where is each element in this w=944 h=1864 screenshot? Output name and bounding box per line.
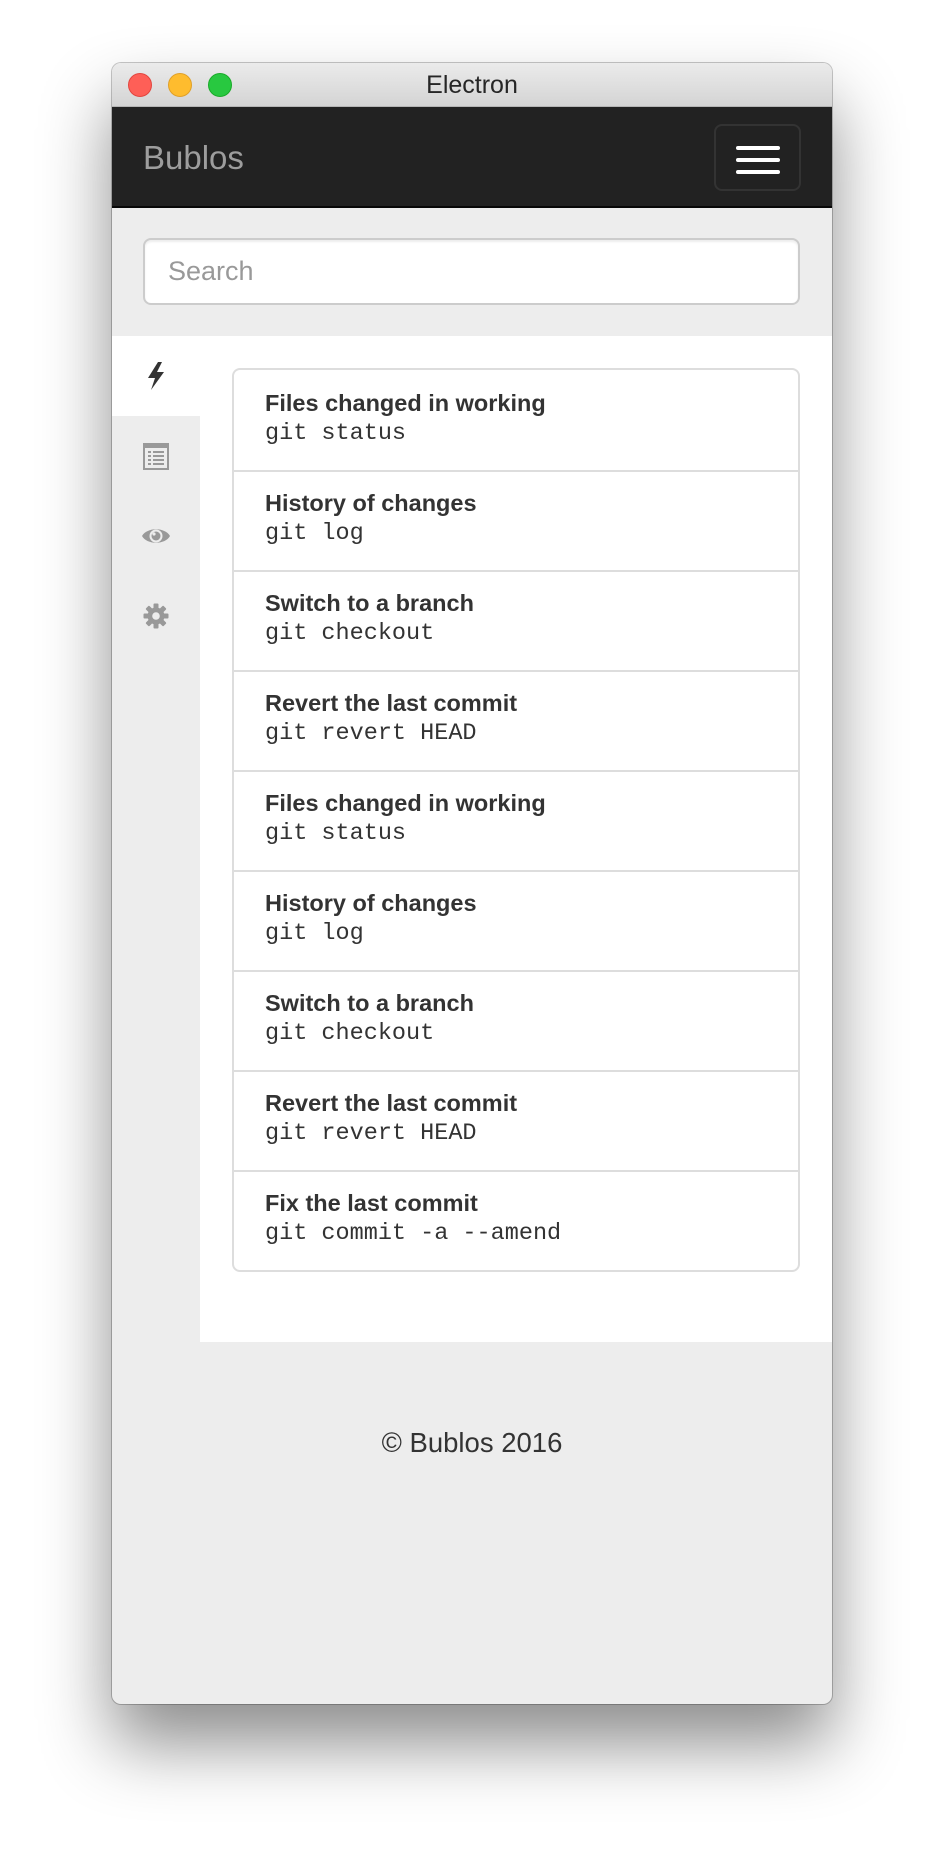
command-text: git revert HEAD bbox=[265, 720, 477, 747]
command-title: Files changed in working bbox=[265, 390, 546, 416]
command-item[interactable]: Switch to a branch git checkout bbox=[234, 970, 798, 1070]
sidebar-tab-commands[interactable] bbox=[112, 336, 200, 416]
command-title: History of changes bbox=[265, 490, 477, 516]
main-content: Files changed in working git status Hist… bbox=[112, 336, 832, 1342]
bolt-icon bbox=[148, 362, 164, 390]
command-text: git status bbox=[265, 820, 407, 847]
command-title: Revert the last commit bbox=[265, 690, 518, 716]
menu-toggle-button[interactable] bbox=[714, 124, 801, 191]
sidebar bbox=[112, 336, 200, 1342]
hamburger-bar bbox=[736, 170, 780, 174]
command-text: git status bbox=[265, 420, 407, 447]
window-title: Electron bbox=[426, 71, 518, 99]
sidebar-tab-list[interactable] bbox=[112, 416, 200, 496]
command-title: History of changes bbox=[265, 890, 477, 916]
command-title: Files changed in working bbox=[265, 790, 546, 816]
command-item[interactable]: Files changed in working git status bbox=[234, 770, 798, 870]
navbar: Bublos bbox=[112, 107, 832, 208]
sidebar-tab-settings[interactable] bbox=[112, 576, 200, 656]
sidebar-tab-watch[interactable] bbox=[112, 496, 200, 576]
hamburger-bar bbox=[736, 158, 780, 162]
command-item[interactable]: History of changes git log bbox=[234, 470, 798, 570]
command-item[interactable]: Revert the last commit git revert HEAD bbox=[234, 1070, 798, 1170]
command-title: Revert the last commit bbox=[265, 1090, 518, 1116]
command-title: Switch to a branch bbox=[265, 990, 474, 1016]
command-text: git checkout bbox=[265, 1020, 435, 1047]
command-title: Fix the last commit bbox=[265, 1190, 478, 1216]
eye-icon bbox=[142, 529, 170, 543]
gear-icon bbox=[143, 603, 169, 629]
command-text: git log bbox=[265, 920, 364, 947]
command-item[interactable]: Fix the last commit git commit -a --amen… bbox=[234, 1170, 798, 1270]
search-input[interactable] bbox=[143, 238, 800, 305]
list-icon bbox=[143, 442, 169, 470]
app-window: Electron Bublos Search Files changed in … bbox=[112, 63, 832, 1704]
search-section bbox=[112, 208, 832, 336]
title-bar[interactable]: Electron bbox=[112, 63, 832, 107]
hamburger-bar bbox=[736, 146, 780, 150]
command-text: git checkout bbox=[265, 620, 435, 647]
command-title: Switch to a branch bbox=[265, 590, 474, 616]
command-text: git log bbox=[265, 520, 364, 547]
command-list: Files changed in working git status Hist… bbox=[232, 368, 800, 1272]
command-item[interactable]: Revert the last commit git revert HEAD bbox=[234, 670, 798, 770]
brand-logo[interactable]: Bublos bbox=[143, 138, 244, 178]
command-item[interactable]: History of changes git log bbox=[234, 870, 798, 970]
command-text: git revert HEAD bbox=[265, 1120, 477, 1147]
command-item[interactable]: Files changed in working git status bbox=[234, 370, 798, 470]
footer-copyright: © Bublos 2016 bbox=[381, 1427, 563, 1458]
command-text: git commit -a --amend bbox=[265, 1220, 562, 1247]
command-item[interactable]: Switch to a branch git checkout bbox=[234, 570, 798, 670]
